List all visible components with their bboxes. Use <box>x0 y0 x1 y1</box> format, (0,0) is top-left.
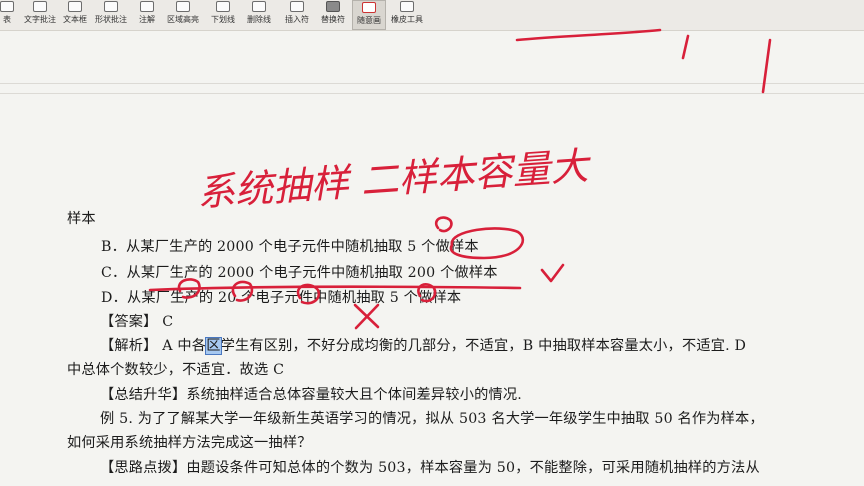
underline-icon <box>216 1 230 12</box>
analysis-prefix: 【解析】 A 中各 <box>100 338 207 354</box>
toolbar-item-area-highlight[interactable]: 区域高亮 <box>164 0 202 30</box>
option-d: D．从某厂生产的 20 个电子元件中随机抽取 5 个做样本 <box>101 290 462 306</box>
hint-line: 【思路点拨】由题设条件可知总体的个数为 503，样本容量为 50，不能整除，可采… <box>100 460 760 476</box>
annotation-icon <box>140 1 154 12</box>
option-b: B．从某厂生产的 2000 个电子元件中随机抽取 5 个做样本 <box>101 239 479 255</box>
example-line-2: 如何采用系统抽样方法完成这一抽样？ <box>67 435 312 451</box>
annotation-toolbar: 表 文字批注 文本框 形状批注 注解 区域高亮 下划线 删除线 插入符 替换符 … <box>0 0 864 31</box>
option-c: C．从某厂生产的 2000 个电子元件中随机抽取 200 个做样本 <box>101 265 498 281</box>
toolbar-item-underline[interactable]: 下划线 <box>208 0 238 30</box>
toolbar-item-strikethrough[interactable]: 删除线 <box>244 0 274 30</box>
caret-icon <box>290 1 304 12</box>
answer-line: 【答案】 C <box>100 314 174 330</box>
freehand-pen-icon <box>362 2 376 13</box>
toolbar-item-shape-comment[interactable]: 形状批注 <box>92 0 130 30</box>
area-highlight-icon <box>176 1 190 12</box>
analysis-suffix: 学生有区别，不好分成均衡的几部分，不适宜，B 中抽取样本容量太小，不适宜. D <box>220 338 747 354</box>
replace-icon <box>326 1 340 12</box>
eraser-icon <box>400 1 414 12</box>
toolbar-item-textbox[interactable]: 文本框 <box>61 0 89 30</box>
toolbar-item-annotation[interactable]: 注解 <box>134 0 160 30</box>
example-line-1: 例 5. 为了了解某大学一年级新生英语学习的情况，拟从 503 名大学一年级学生… <box>100 411 764 427</box>
page-divider <box>0 93 864 94</box>
analysis-line-2: 中总体个数较少，不适宜．故选 C <box>67 362 285 378</box>
toolbar-item-eraser[interactable]: 橡皮工具 <box>390 0 424 30</box>
text-comment-icon <box>33 1 47 12</box>
text-line-sample: 样本 <box>67 211 96 227</box>
toolbar-item-text-comment[interactable]: 文字批注 <box>22 0 58 30</box>
toolbar-item-freehand[interactable]: 随意画 <box>352 0 386 30</box>
toolbar-item-replace[interactable]: 替换符 <box>318 0 348 30</box>
textbox-icon <box>68 1 82 12</box>
strikethrough-icon <box>252 1 266 12</box>
toolbar-item-caret[interactable]: 插入符 <box>282 0 312 30</box>
insert-icon <box>0 1 14 12</box>
toolbar-item-insert[interactable]: 表 <box>0 0 18 30</box>
page-divider <box>0 83 864 84</box>
shape-comment-icon <box>104 1 118 12</box>
highlighted-char: 区 <box>205 337 222 355</box>
summary-line: 【总结升华】系统抽样适合总体容量较大且个体间差异较小的情况. <box>100 387 522 403</box>
analysis-line-1: 【解析】 A 中各区学生有区别，不好分成均衡的几部分，不适宜，B 中抽取样本容量… <box>100 335 746 355</box>
